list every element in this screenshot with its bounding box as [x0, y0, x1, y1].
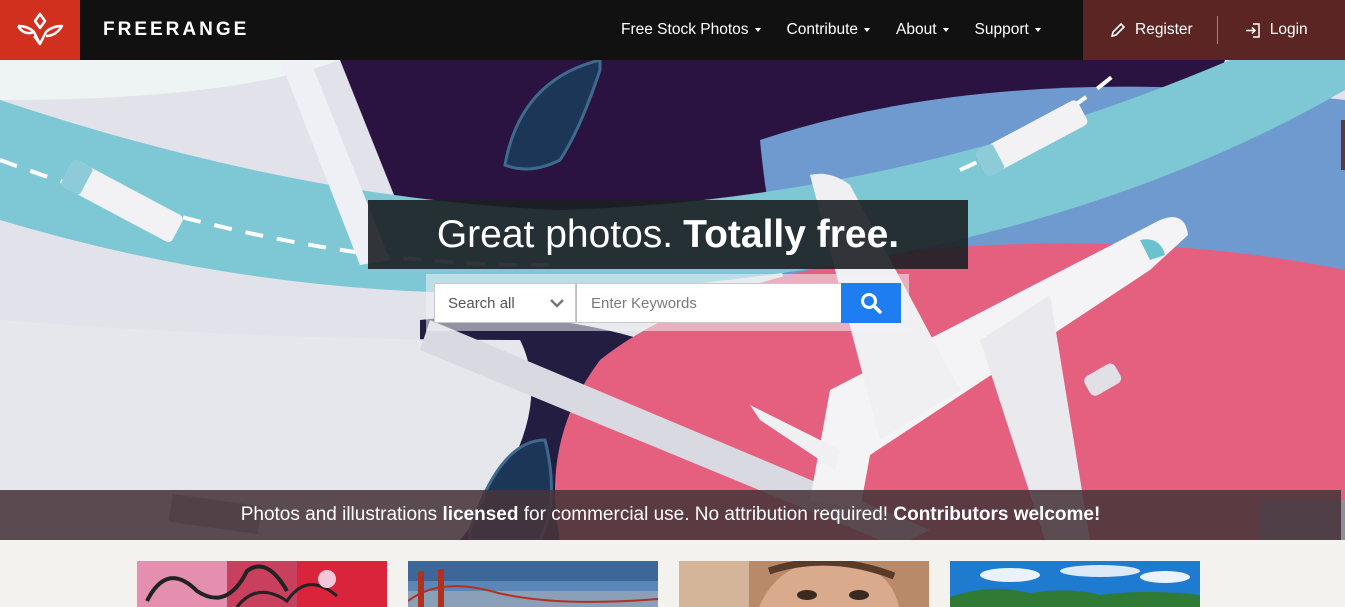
register-button[interactable]: Register [1110, 21, 1193, 39]
main-menu: Free Stock Photos Contribute About Suppo… [608, 0, 1054, 60]
menu-label: About [896, 21, 937, 38]
photo-thumbnail-landscape[interactable] [950, 561, 1200, 607]
top-navbar: FREERANGE Free Stock Photos Contribute A… [0, 0, 1345, 60]
caret-down-icon [864, 28, 871, 32]
license-text-2: for commercial use. No attribution requi… [518, 504, 894, 525]
license-text-bold-1[interactable]: licensed [442, 504, 518, 526]
search-bar: Search all [426, 274, 909, 331]
menu-support[interactable]: Support [962, 21, 1054, 39]
license-banner: Photos and illustrations licensed for co… [0, 490, 1341, 540]
search-icon [861, 293, 882, 314]
menu-label: Support [974, 21, 1029, 38]
photo-thumbnail-graffiti[interactable] [137, 561, 387, 607]
menu-free-stock-photos[interactable]: Free Stock Photos [608, 21, 774, 39]
photo-thumbnail-bridge[interactable] [408, 561, 658, 607]
caret-down-icon [754, 28, 761, 32]
logo[interactable] [0, 0, 80, 60]
portrait-image [679, 561, 929, 607]
auth-area: Register Login [1083, 0, 1345, 60]
headline-bold: Totally free. [683, 212, 900, 256]
menu-label: Free Stock Photos [621, 21, 749, 38]
login-icon [1245, 22, 1260, 38]
search-button[interactable] [841, 283, 901, 323]
license-text-1: Photos and illustrations [240, 504, 443, 525]
license-text-bold-2[interactable]: Contributors welcome! [893, 504, 1100, 526]
graffiti-image [137, 561, 387, 607]
pencil-icon [1110, 22, 1126, 38]
login-label: Login [1269, 21, 1308, 38]
auth-divider [1216, 16, 1218, 44]
menu-label: Contribute [786, 21, 859, 38]
photo-thumbnail-portrait[interactable] [679, 561, 929, 607]
headline-regular: Great photos. [436, 212, 674, 256]
register-label: Register [1135, 21, 1193, 38]
bridge-image [408, 561, 658, 607]
menu-about[interactable]: About [883, 21, 962, 39]
login-button[interactable]: Login [1244, 21, 1308, 39]
search-category-select[interactable]: Search all [434, 283, 576, 323]
search-input[interactable] [576, 283, 842, 323]
bird-icon [16, 12, 64, 46]
scrollbar-thumb[interactable] [1341, 120, 1345, 170]
caret-down-icon [1034, 28, 1041, 32]
landscape-image [950, 561, 1200, 607]
brand-name[interactable]: FREERANGE [103, 19, 249, 41]
menu-contribute[interactable]: Contribute [774, 21, 884, 39]
search-category-value: Search all [448, 294, 515, 312]
caret-down-icon [942, 28, 949, 32]
chevron-down-icon [550, 299, 564, 308]
hero-headline: Great photos. Totally free. [368, 200, 968, 269]
